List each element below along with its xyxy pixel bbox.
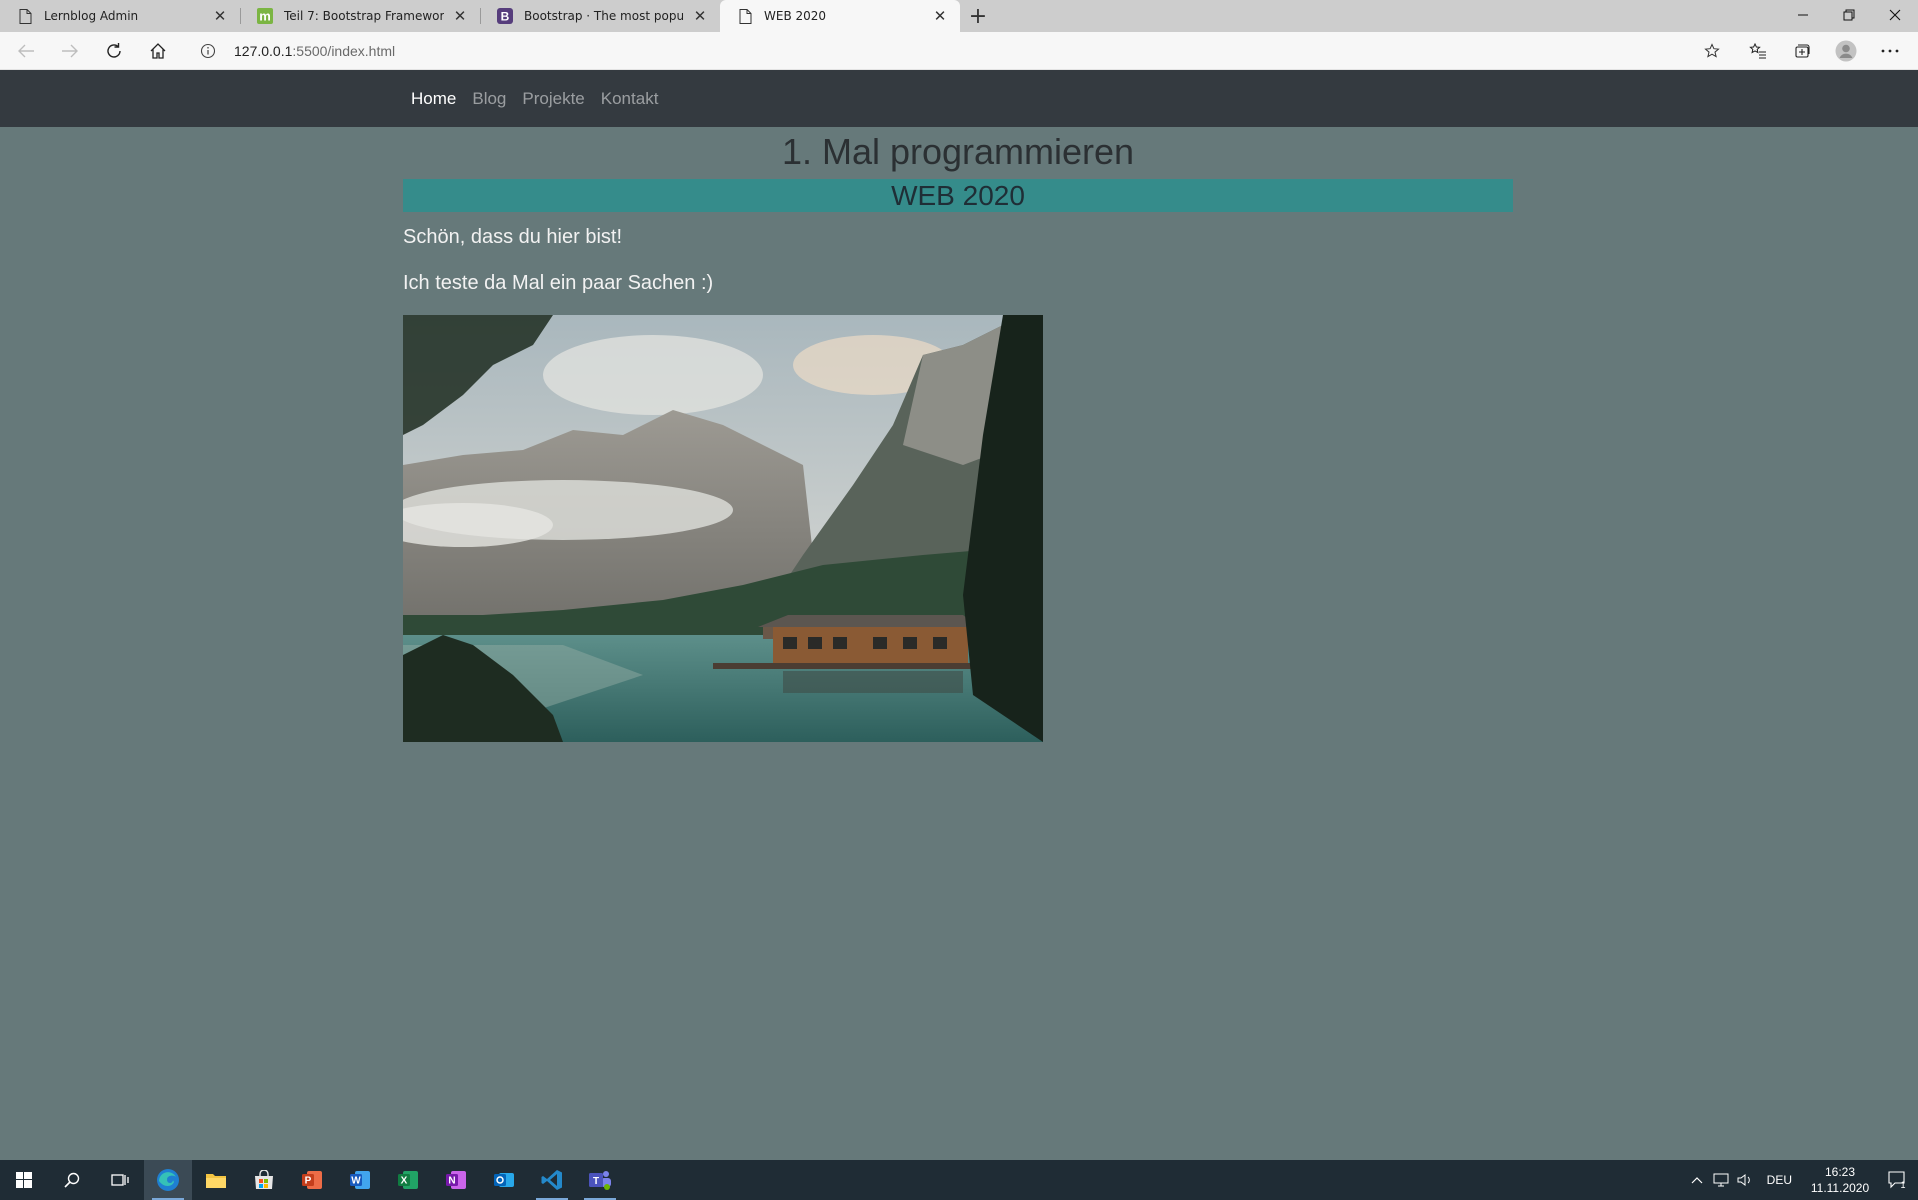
close-icon[interactable]: ✕ bbox=[690, 6, 710, 26]
nav-link-blog[interactable]: Blog bbox=[472, 89, 506, 109]
page-content: 1. Mal programmieren WEB 2020 Schön, das… bbox=[403, 127, 1513, 742]
toolbar-right bbox=[1732, 35, 1908, 67]
tab-title: Lernblog Admin bbox=[44, 9, 139, 23]
search-icon[interactable] bbox=[48, 1160, 96, 1200]
svg-text:X: X bbox=[401, 1176, 408, 1187]
tab-lernblog-admin[interactable]: Lernblog Admin ✕ bbox=[0, 0, 240, 32]
m-logo-icon: m bbox=[256, 7, 274, 25]
clock-date: 11.11.2020 bbox=[1810, 1181, 1870, 1195]
network-icon[interactable] bbox=[1709, 1160, 1733, 1200]
svg-text:W: W bbox=[351, 1176, 361, 1187]
notification-icon[interactable]: 1 bbox=[1878, 1160, 1918, 1200]
window-controls bbox=[1780, 0, 1918, 32]
back-button[interactable] bbox=[8, 35, 44, 67]
store-icon[interactable] bbox=[240, 1160, 288, 1200]
banner: WEB 2020 bbox=[403, 179, 1513, 212]
browser-toolbar: 127.0.0.1:5500/index.html bbox=[0, 32, 1918, 70]
refresh-button[interactable] bbox=[96, 35, 132, 67]
powerpoint-icon[interactable]: P bbox=[288, 1160, 336, 1200]
file-explorer-icon[interactable] bbox=[192, 1160, 240, 1200]
nav-link-kontakt[interactable]: Kontakt bbox=[601, 89, 659, 109]
page-title: 1. Mal programmieren bbox=[781, 131, 1135, 172]
address-bar[interactable]: 127.0.0.1:5500/index.html bbox=[186, 35, 1726, 67]
system-tray: DEU 16:23 11.11.2020 1 bbox=[1685, 1160, 1918, 1200]
svg-text:P: P bbox=[305, 1176, 312, 1187]
nav-links: Home Blog Projekte Kontakt bbox=[411, 70, 674, 127]
profile-avatar-icon[interactable] bbox=[1828, 35, 1864, 67]
start-icon[interactable] bbox=[0, 1160, 48, 1200]
nav-link-projekte[interactable]: Projekte bbox=[522, 89, 584, 109]
tab-title: Teil 7: Bootstrap Framework verw bbox=[284, 9, 444, 23]
favorites-list-icon[interactable] bbox=[1740, 35, 1776, 67]
svg-text:T: T bbox=[593, 1176, 599, 1187]
new-tab-button[interactable]: + bbox=[962, 0, 994, 32]
teams-icon[interactable]: T bbox=[576, 1160, 624, 1200]
onenote-icon[interactable]: N bbox=[432, 1160, 480, 1200]
tab-bootstrap-tutorial[interactable]: m Teil 7: Bootstrap Framework verw ✕ bbox=[240, 0, 480, 32]
home-button[interactable] bbox=[140, 35, 176, 67]
windows-taskbar: P W X N T DEU 16:23 11.11.2020 1 bbox=[0, 1160, 1918, 1200]
tab-bootstrap[interactable]: B Bootstrap · The most popular HT ✕ bbox=[480, 0, 720, 32]
close-icon[interactable]: ✕ bbox=[210, 6, 230, 26]
site-navbar: Home Blog Projekte Kontakt bbox=[0, 70, 1918, 127]
forward-button[interactable] bbox=[52, 35, 88, 67]
url-path: :5500/index.html bbox=[292, 43, 396, 59]
nav-link-home[interactable]: Home bbox=[411, 89, 456, 109]
collections-icon[interactable] bbox=[1784, 35, 1820, 67]
chevron-up-icon[interactable] bbox=[1685, 1160, 1709, 1200]
restore-button[interactable] bbox=[1826, 0, 1872, 30]
close-window-button[interactable] bbox=[1872, 0, 1918, 30]
task-view-icon[interactable] bbox=[96, 1160, 144, 1200]
notification-count: 1 bbox=[1900, 1180, 1905, 1189]
svg-text:N: N bbox=[448, 1176, 455, 1187]
outlook-icon[interactable] bbox=[480, 1160, 528, 1200]
close-icon[interactable]: ✕ bbox=[930, 6, 950, 26]
clock-time: 16:23 bbox=[1824, 1165, 1856, 1179]
language-indicator[interactable]: DEU bbox=[1767, 1173, 1792, 1187]
url-host: 127.0.0.1 bbox=[234, 43, 293, 59]
clock[interactable]: 16:23 11.11.2020 bbox=[1802, 1164, 1878, 1196]
url-text: 127.0.0.1:5500/index.html bbox=[234, 43, 395, 59]
tab-title: WEB 2020 bbox=[764, 9, 827, 23]
excel-icon[interactable]: X bbox=[384, 1160, 432, 1200]
word-icon[interactable]: W bbox=[336, 1160, 384, 1200]
browser-tab-strip: Lernblog Admin ✕ m Teil 7: Bootstrap Fra… bbox=[0, 0, 1918, 32]
page-icon bbox=[16, 7, 34, 25]
page-icon bbox=[736, 7, 754, 25]
svg-text:B: B bbox=[501, 10, 510, 24]
favorite-star-icon[interactable] bbox=[1698, 39, 1726, 63]
volume-icon[interactable] bbox=[1733, 1160, 1757, 1200]
edge-icon[interactable] bbox=[144, 1160, 192, 1200]
lake-mountain-image bbox=[403, 315, 1043, 742]
banner-text: WEB 2020 bbox=[891, 180, 1025, 211]
info-icon[interactable] bbox=[196, 39, 220, 63]
welcome-paragraph: Schön, dass du hier bist! bbox=[403, 226, 623, 248]
tab-web-2020[interactable]: WEB 2020 ✕ bbox=[720, 0, 960, 32]
vscode-icon[interactable] bbox=[528, 1160, 576, 1200]
close-icon[interactable]: ✕ bbox=[450, 6, 470, 26]
tab-title: Bootstrap · The most popular HT bbox=[524, 9, 684, 23]
bootstrap-logo-icon: B bbox=[496, 7, 514, 25]
more-menu-icon[interactable] bbox=[1872, 35, 1908, 67]
minimize-button[interactable] bbox=[1780, 0, 1826, 30]
test-paragraph: Ich teste da Mal ein paar Sachen :) bbox=[403, 272, 714, 294]
svg-text:m: m bbox=[259, 9, 271, 24]
